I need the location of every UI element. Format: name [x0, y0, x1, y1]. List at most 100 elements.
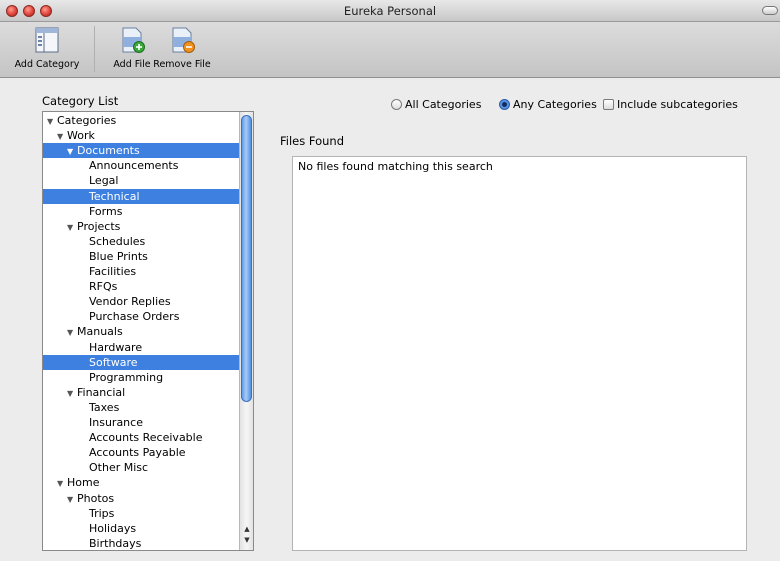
add-category-button[interactable]: Add Category — [2, 26, 92, 70]
remove-file-button[interactable]: Remove File — [152, 26, 212, 70]
category-tree-item[interactable]: Purchase Orders — [43, 309, 240, 324]
scroll-up-arrow-icon[interactable]: ▲ — [242, 524, 252, 534]
category-tree-item-label: Holidays — [89, 521, 137, 535]
scrollbar-thumb[interactable] — [241, 115, 252, 402]
category-tree-item-label: Schedules — [89, 234, 146, 248]
title-bar: Eureka Personal — [0, 0, 780, 22]
files-empty-message: No files found matching this search — [298, 160, 493, 173]
category-tree-item-label: Photos — [77, 491, 115, 505]
category-tree[interactable]: ▼ Categories ▼ Work ▼ Documents Announcements L… — [42, 111, 254, 551]
all-categories-option[interactable]: All Categories — [391, 98, 481, 111]
category-tree-item[interactable]: Blue Prints — [43, 249, 240, 264]
category-tree-scrollbar[interactable]: ▲ ▼ — [239, 112, 253, 550]
category-tree-item-label: Accounts Receivable — [89, 431, 203, 445]
include-subcategories-label: Include subcategories — [617, 98, 738, 111]
category-tree-item-label: Home — [67, 476, 100, 490]
category-tree-item[interactable]: Taxes — [43, 400, 240, 415]
category-tree-item[interactable]: ▼ Categories — [43, 113, 240, 128]
category-tree-item[interactable]: Insurance — [43, 415, 240, 430]
category-tree-item[interactable]: Holidays — [43, 521, 240, 536]
category-tree-item[interactable]: ▼ Financial — [43, 385, 240, 400]
category-tree-item-label: Programming — [89, 370, 164, 384]
category-tree-item-label: Work — [67, 129, 95, 143]
category-tree-item[interactable]: Technical — [43, 188, 240, 204]
disclosure-triangle-icon[interactable]: ▼ — [67, 492, 77, 507]
add-file-icon — [122, 27, 145, 53]
category-tree-item[interactable]: Accounts Payable — [43, 445, 240, 460]
disclosure-triangle-icon[interactable]: ▼ — [67, 386, 77, 401]
category-tree-item-label: Accounts Payable — [89, 446, 186, 460]
main-content: Category List ▼ Categories ▼ Work ▼ Documents… — [0, 78, 780, 561]
toolbar: Add Category Add File Remove File — [0, 22, 780, 78]
category-tree-item[interactable]: Birthdays — [43, 536, 240, 550]
include-subcategories-option[interactable]: Include subcategories — [603, 98, 738, 111]
category-tree-item[interactable]: Trips — [43, 506, 240, 521]
category-tree-item[interactable]: Accounts Receivable — [43, 430, 240, 445]
category-tree-item-label: Projects — [77, 219, 121, 233]
all-categories-label: All Categories — [405, 98, 482, 111]
disclosure-triangle-icon[interactable]: ▼ — [47, 114, 57, 129]
category-tree-item[interactable]: Programming — [43, 370, 240, 385]
files-found-label: Files Found — [280, 134, 345, 148]
add-category-label: Add Category — [14, 59, 80, 70]
category-tree-item-label: Birthdays — [89, 536, 142, 550]
disclosure-triangle-icon[interactable]: ▼ — [57, 129, 67, 144]
app-window: Eureka Personal Add Category Add File Re… — [0, 0, 780, 561]
disclosure-triangle-icon[interactable]: ▼ — [57, 476, 67, 491]
files-found-list[interactable]: No files found matching this search — [292, 156, 747, 551]
toolbar-toggle-button[interactable] — [762, 6, 778, 15]
category-tree-item-label: Facilities — [89, 265, 137, 278]
category-tree-item-label: RFQs — [89, 280, 118, 294]
category-tree-item[interactable]: ▼ Photos — [43, 491, 240, 506]
category-tree-item[interactable]: ▼ Projects — [43, 219, 240, 234]
category-tree-item-label: Purchase Orders — [89, 310, 180, 324]
category-tree-item[interactable]: Other Misc — [43, 460, 240, 475]
category-list-label: Category List — [42, 94, 119, 108]
category-tree-item-label: Technical — [89, 189, 140, 203]
add-file-label: Add File — [113, 59, 151, 70]
category-tree-item-label: Announcements — [89, 159, 179, 173]
category-tree-item[interactable]: Legal — [43, 173, 240, 188]
any-categories-label: Any Categories — [513, 98, 597, 111]
category-tree-item[interactable]: Software — [43, 354, 240, 370]
category-tree-item[interactable]: ▼ Work — [43, 128, 240, 143]
category-tree-item-label: Insurance — [89, 416, 143, 429]
category-tree-item-label: Financial — [77, 385, 126, 399]
scroll-down-arrow-icon[interactable]: ▼ — [242, 535, 252, 545]
category-tree-item-label: Legal — [89, 174, 119, 188]
category-tree-item-label: Software — [89, 355, 138, 369]
include-subcategories-checkbox[interactable] — [603, 99, 614, 110]
category-tree-item[interactable]: Facilities — [43, 264, 240, 279]
category-tree-item-label: Blue Prints — [89, 249, 148, 263]
disclosure-triangle-icon[interactable]: ▼ — [67, 325, 77, 340]
category-tree-item-label: Taxes — [89, 400, 120, 414]
category-tree-item-label: Hardware — [89, 340, 143, 354]
category-tree-item-label: Trips — [89, 506, 115, 520]
category-tree-item[interactable]: ▼ Manuals — [43, 324, 240, 339]
disclosure-triangle-icon[interactable]: ▼ — [67, 220, 77, 235]
category-tree-item[interactable]: Vendor Replies — [43, 294, 240, 309]
toolbar-separator — [94, 26, 95, 72]
any-categories-option[interactable]: Any Categories — [499, 98, 597, 111]
category-tree-item-label: Manuals — [77, 325, 123, 339]
add-file-button[interactable]: Add File — [110, 26, 154, 70]
category-tree-item[interactable]: ▼ Documents — [43, 143, 240, 159]
category-tree-item-label: Vendor Replies — [89, 295, 171, 309]
add-category-icon — [35, 27, 59, 53]
window-title: Eureka Personal — [343, 4, 437, 18]
category-tree-item-label: Other Misc — [89, 461, 149, 475]
any-categories-radio[interactable] — [499, 99, 510, 110]
all-categories-radio[interactable] — [391, 99, 402, 110]
category-tree-item-label: Documents — [77, 144, 140, 158]
category-tree-item[interactable]: RFQs — [43, 279, 240, 294]
category-tree-item[interactable]: Announcements — [43, 158, 240, 173]
category-tree-item[interactable]: Schedules — [43, 234, 240, 249]
category-tree-item[interactable]: Hardware — [43, 340, 240, 355]
remove-file-label: Remove File — [153, 59, 211, 70]
category-tree-item[interactable]: ▼ Home — [43, 475, 240, 490]
remove-file-icon — [172, 27, 195, 53]
category-tree-item-label: Categories — [57, 114, 117, 127]
disclosure-triangle-icon[interactable]: ▼ — [67, 144, 77, 159]
category-tree-item-label: Forms — [89, 204, 123, 218]
category-tree-item[interactable]: Forms — [43, 204, 240, 219]
